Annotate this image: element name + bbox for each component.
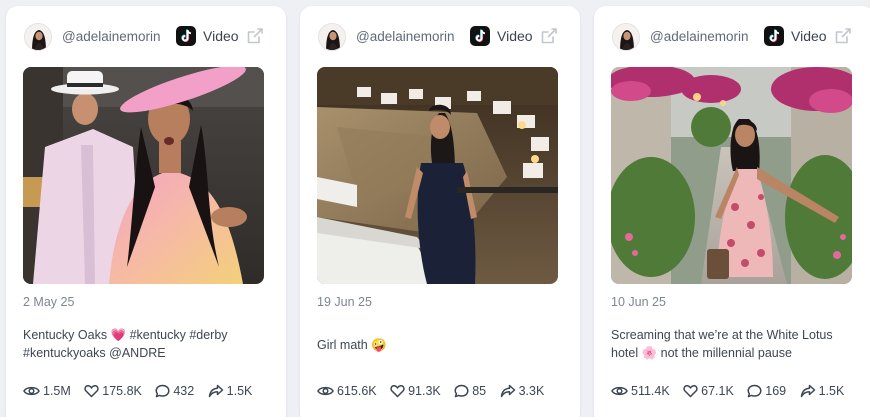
post-date: 19 Jun 25 [317,295,372,309]
heart-icon [683,384,698,398]
video-thumbnail[interactable] [611,67,852,284]
account-handle[interactable]: @adelainemorin [62,29,166,44]
post-type-label: Video [203,28,239,44]
share-icon [500,384,515,398]
post-card[interactable]: @adelainemorin Video [6,6,286,417]
comments-stat: 85 [454,382,486,400]
likes-count: 67.1K [701,383,734,398]
comment-icon [155,384,170,398]
tiktok-icon [764,26,784,46]
eye-icon [317,386,334,395]
avatar[interactable] [612,23,640,51]
post-header: @adelainemorin Video [24,22,268,52]
comments-stat: 432 [155,382,194,400]
post-date: 2 May 25 [23,295,75,309]
avatar[interactable] [318,23,346,51]
comments-count: 85 [472,383,487,398]
views-count: 511.4K [631,383,670,398]
eye-icon [611,386,628,395]
eye-icon [23,386,40,395]
likes-stat: 67.1K [683,382,734,400]
likes-stat: 91.3K [390,382,441,400]
post-header: @adelainemorin Video [612,22,856,52]
shares-count: 3.3K [518,383,545,398]
external-link-icon[interactable] [246,27,264,45]
post-caption: Girl math 🤪 [317,338,387,352]
post-type-label: Video [791,28,827,44]
comments-stat: 169 [747,382,786,400]
post-header: @adelainemorin Video [318,22,562,52]
likes-count: 175.8K [102,383,142,398]
post-caption: Screaming that we’re at the White Lotus … [611,328,833,360]
comment-icon [454,384,469,398]
comments-count: 432 [173,383,195,398]
shares-count: 1.5K [818,383,845,398]
post-card[interactable]: @adelainemorin Video [300,6,580,417]
views-count: 1.5M [43,383,71,398]
views-stat: 511.4K [611,382,670,400]
post-stats: 615.6K 91.3K 85 3.3K [317,382,573,400]
post-caption: Kentucky Oaks 💗 #kentucky #derby #kentuc… [23,328,228,360]
likes-stat: 175.8K [84,382,142,400]
shares-stat: 1.5K [800,382,845,400]
shares-stat: 3.3K [500,382,545,400]
post-card[interactable]: @adelainemorin Video [594,6,870,417]
share-icon [800,384,815,398]
post-stats: 1.5M 175.8K 432 1.5K [23,382,279,400]
tiktok-icon [470,26,490,46]
heart-icon [390,384,405,398]
account-handle[interactable]: @adelainemorin [650,29,754,44]
avatar[interactable] [24,23,52,51]
heart-icon [84,384,99,398]
video-thumbnail[interactable] [23,67,264,284]
video-thumbnail[interactable] [317,67,558,284]
post-date: 10 Jun 25 [611,295,666,309]
post-type-label: Video [497,28,533,44]
comments-count: 169 [765,383,787,398]
tiktok-icon [176,26,196,46]
external-link-icon[interactable] [540,27,558,45]
shares-stat: 1.5K [208,382,253,400]
comment-icon [747,384,762,398]
shares-count: 1.5K [226,383,253,398]
views-count: 615.6K [337,383,377,398]
likes-count: 91.3K [408,383,441,398]
views-stat: 615.6K [317,382,377,400]
views-stat: 1.5M [23,382,71,400]
share-icon [208,384,223,398]
external-link-icon[interactable] [834,27,852,45]
account-handle[interactable]: @adelainemorin [356,29,460,44]
post-stats: 511.4K 67.1K 169 1.5K [611,382,867,400]
